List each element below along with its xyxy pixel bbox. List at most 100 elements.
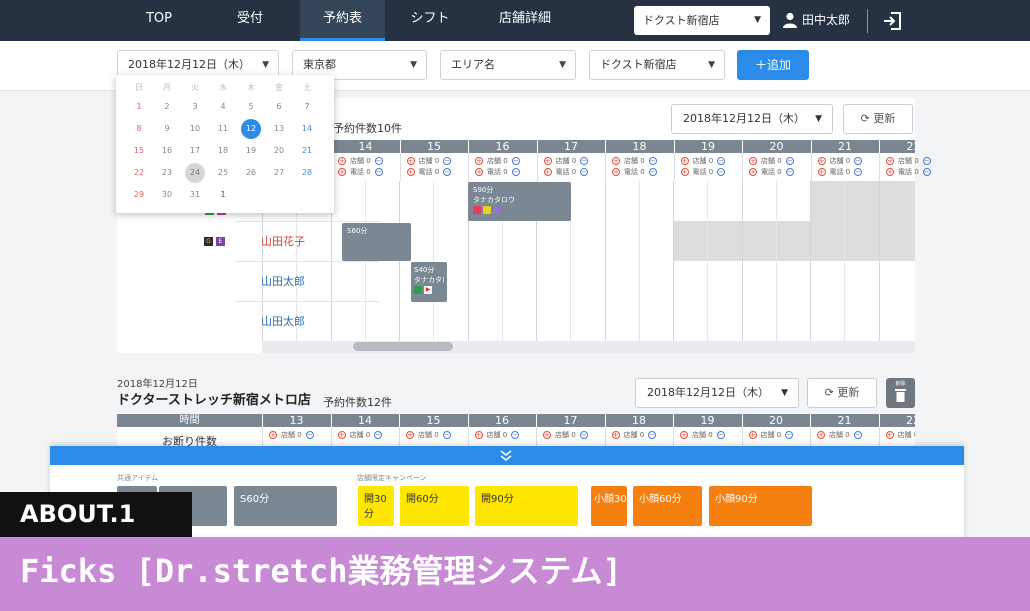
tab-store-details[interactable]: 店舗詳細	[487, 0, 563, 41]
tab-shift[interactable]: シフト	[395, 0, 465, 41]
panel2-date-select[interactable]: 2018年12月12日（木） ▼	[635, 378, 799, 408]
booking-block[interactable]: S40分 タナカタロウ ▶	[411, 262, 447, 302]
plus-icon[interactable]: +	[543, 168, 552, 176]
calendar-day[interactable]: 6	[265, 100, 293, 114]
count-cell[interactable]: +店舗 0−	[536, 427, 604, 446]
count-cell[interactable]: +店舗 0−	[878, 427, 915, 446]
count-cell[interactable]: +店舗 0−	[604, 427, 673, 446]
campaign-chip[interactable]: 小顔30	[591, 486, 627, 526]
booking-block[interactable]: S60分	[342, 223, 411, 261]
plus-icon[interactable]: +	[406, 157, 415, 165]
staff-row[interactable]: 山田太郎	[235, 261, 380, 301]
minus-icon[interactable]: −	[305, 431, 314, 439]
plus-icon[interactable]: +	[337, 431, 346, 439]
plus-icon[interactable]: +	[749, 168, 757, 176]
count-cell[interactable]: +店舗 0−	[810, 427, 878, 446]
plus-icon[interactable]: +	[406, 168, 415, 176]
minus-icon[interactable]: −	[511, 168, 520, 176]
calendar-day[interactable]: 31	[181, 188, 209, 202]
campaign-chip[interactable]: 小顔60分	[633, 486, 702, 526]
plus-icon[interactable]: +	[817, 168, 826, 176]
plus-icon[interactable]: +	[611, 431, 620, 439]
campaign-chip[interactable]: 開90分	[475, 486, 578, 526]
refresh-button[interactable]: ⟳ 更新	[843, 104, 913, 134]
calendar-day[interactable]: 7	[293, 100, 321, 114]
count-cell[interactable]: + 店舗 0− + 電話 0−	[468, 153, 536, 181]
minus-icon[interactable]: −	[648, 168, 657, 176]
count-cell[interactable]: +店舗 0−	[467, 427, 536, 446]
plus-icon[interactable]: +	[680, 168, 689, 176]
count-cell[interactable]: + 店舗 0− + 電話 0−	[399, 153, 468, 181]
calendar-day[interactable]: 25	[209, 166, 237, 180]
calendar-day[interactable]: 27	[265, 166, 293, 180]
calendar-day[interactable]: 17	[181, 144, 209, 158]
minus-icon[interactable]: −	[854, 157, 863, 165]
delete-button[interactable]: 削除	[886, 378, 915, 408]
minus-icon[interactable]: −	[580, 157, 589, 165]
count-cell[interactable]: + 店舗 0− + 電話 0−	[742, 153, 810, 181]
chevron-double-down-icon[interactable]	[499, 449, 513, 462]
plus-icon[interactable]: +	[475, 168, 483, 176]
campaign-chip[interactable]: 小顔90分	[709, 486, 812, 526]
campaign-chip[interactable]: 開60分	[400, 486, 469, 526]
count-cell[interactable]: +店舗 0−	[399, 427, 467, 446]
calendar-day[interactable]: 9	[153, 122, 181, 136]
calendar-day[interactable]: 26	[237, 166, 265, 180]
plus-icon[interactable]: +	[885, 431, 894, 439]
minus-icon[interactable]: −	[443, 168, 452, 176]
count-cell[interactable]: + 店舗 0− + 電話 0−	[605, 153, 673, 181]
store-filter-select[interactable]: ドクスト新宿店 ▼	[589, 50, 725, 80]
user-name[interactable]: 田中太郎	[802, 0, 850, 41]
calendar-day[interactable]: 19	[237, 144, 265, 158]
plus-icon[interactable]: +	[612, 157, 620, 165]
count-cell[interactable]: + 店舗 0− + 電話 0−	[879, 153, 947, 181]
minus-icon[interactable]: −	[580, 168, 589, 176]
plus-icon[interactable]: +	[886, 157, 894, 165]
minus-icon[interactable]: −	[442, 431, 451, 439]
plus-icon[interactable]: +	[886, 168, 894, 176]
minus-icon[interactable]: −	[374, 157, 383, 165]
store-select[interactable]: ドクスト新宿店 ▼	[634, 6, 770, 35]
calendar-day[interactable]: 16	[153, 144, 181, 158]
calendar-day[interactable]: 1	[209, 188, 237, 202]
plus-icon[interactable]: +	[817, 431, 825, 439]
plus-icon[interactable]: +	[680, 431, 688, 439]
calendar-day[interactable]: 29	[125, 188, 153, 202]
booking-block[interactable]: S90分 タナカタロウ	[468, 182, 571, 221]
plus-icon[interactable]: +	[817, 157, 826, 165]
calendar-day[interactable]: 3	[181, 100, 209, 114]
calendar-day[interactable]: 4	[209, 100, 237, 114]
common-item-chip[interactable]: S60分	[234, 486, 337, 526]
minus-icon[interactable]: −	[579, 431, 588, 439]
campaign-chip[interactable]: 開30分	[358, 486, 394, 526]
calendar-day[interactable]: 10	[181, 122, 209, 136]
minus-icon[interactable]: −	[785, 431, 794, 439]
tab-top[interactable]: TOP	[126, 0, 192, 41]
plus-icon[interactable]: +	[680, 157, 689, 165]
minus-icon[interactable]: −	[648, 157, 657, 165]
count-cell[interactable]: +店舗 0−	[330, 427, 399, 446]
count-cell[interactable]: +店舗 0−	[673, 427, 741, 446]
plus-icon[interactable]: +	[338, 168, 346, 176]
minus-icon[interactable]: −	[922, 168, 931, 176]
minus-icon[interactable]: −	[716, 431, 725, 439]
count-cell[interactable]: +店舗 0−	[741, 427, 810, 446]
minus-icon[interactable]: −	[717, 157, 726, 165]
count-cell[interactable]: + 店舗 0− + 電話 0−	[810, 153, 879, 181]
calendar-day[interactable]: 14	[293, 122, 321, 136]
calendar-day[interactable]: 23	[153, 166, 181, 180]
tab-reception[interactable]: 受付	[215, 0, 285, 41]
minus-icon[interactable]: −	[717, 168, 726, 176]
plus-icon[interactable]: +	[612, 168, 620, 176]
add-button[interactable]: ＋追加	[737, 50, 809, 80]
minus-icon[interactable]: −	[785, 157, 794, 165]
minus-icon[interactable]: −	[922, 157, 931, 165]
calendar-day[interactable]: 18	[209, 144, 237, 158]
calendar-day[interactable]: 20	[265, 144, 293, 158]
calendar-day[interactable]: 11	[209, 122, 237, 136]
plus-icon[interactable]: +	[406, 431, 414, 439]
plus-icon[interactable]: +	[748, 431, 757, 439]
scrollbar-thumb[interactable]	[353, 342, 453, 351]
plus-icon[interactable]: +	[543, 157, 552, 165]
minus-icon[interactable]: −	[785, 168, 794, 176]
